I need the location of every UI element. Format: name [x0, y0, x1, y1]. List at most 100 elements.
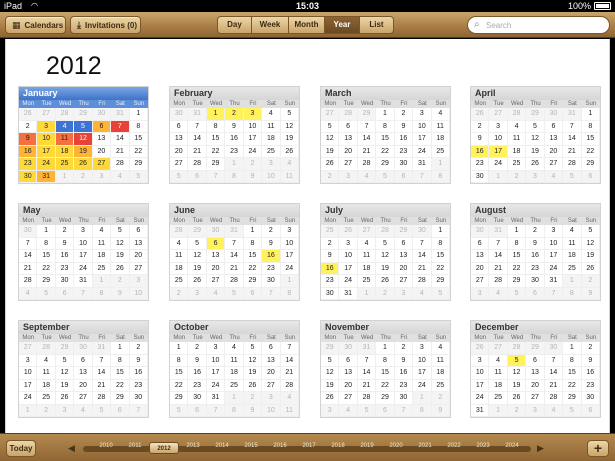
day-cell[interactable]: 15 [376, 133, 395, 146]
day-cell[interactable]: 22 [376, 145, 395, 158]
day-cell[interactable]: 4 [170, 237, 189, 250]
day-cell[interactable]: 30 [394, 392, 414, 405]
day-cell[interactable]: 21 [19, 262, 38, 275]
day-cell[interactable]: 6 [339, 120, 358, 133]
day-cell[interactable]: 6 [471, 237, 490, 250]
day-cell[interactable]: 10 [413, 120, 432, 133]
day-cell[interactable]: 4 [357, 237, 377, 250]
day-cell[interactable]: 10 [413, 354, 432, 367]
day-cell[interactable]: 31 [544, 275, 564, 288]
day-cell[interactable]: 5 [243, 342, 263, 355]
day-cell[interactable]: 10 [37, 133, 56, 146]
day-cell[interactable]: 26 [321, 392, 340, 405]
day-cell[interactable]: 19 [74, 145, 93, 158]
day-cell[interactable]: 5 [376, 237, 395, 250]
day-cell[interactable]: 18 [170, 262, 189, 275]
day-cell[interactable]: 16 [394, 133, 414, 146]
day-cell[interactable]: 30 [526, 275, 545, 288]
day-cell[interactable]: 24 [471, 392, 490, 405]
day-cell[interactable]: 25 [507, 158, 527, 171]
calendars-button[interactable]: ▦ Calendars [5, 16, 66, 34]
day-cell[interactable]: 25 [37, 392, 56, 405]
day-cell[interactable]: 17 [206, 367, 226, 380]
day-cell[interactable]: 12 [280, 120, 299, 133]
timeline-year[interactable]: 2016 [265, 443, 295, 449]
day-cell[interactable]: 2 [129, 342, 148, 355]
day-cell[interactable]: 12 [321, 367, 340, 380]
day-cell[interactable]: 9 [129, 354, 148, 367]
day-cell[interactable]: 24 [243, 145, 263, 158]
day-cell[interactable]: 11 [37, 367, 56, 380]
day-cell[interactable]: 11 [225, 354, 244, 367]
day-cell[interactable]: 12 [526, 133, 545, 146]
day-cell[interactable]: 23 [225, 145, 244, 158]
day-cell[interactable]: 5 [321, 354, 340, 367]
day-cell[interactable]: 6 [74, 354, 93, 367]
day-cell[interactable]: 6 [339, 354, 358, 367]
day-cell[interactable]: 15 [581, 133, 600, 146]
day-cell[interactable]: 9 [394, 354, 414, 367]
day-cell[interactable]: 21 [280, 367, 299, 380]
day-cell[interactable]: 17 [544, 250, 564, 263]
day-cell[interactable]: 16 [129, 367, 148, 380]
timeline-year[interactable]: 2013 [178, 443, 208, 449]
day-cell[interactable]: 22 [581, 145, 600, 158]
day-cell[interactable]: 19 [55, 379, 75, 392]
day-cell[interactable]: 11 [357, 250, 377, 263]
day-cell[interactable]: 20 [170, 145, 189, 158]
day-cell[interactable]: 18 [489, 379, 508, 392]
day-cell[interactable]: 18 [507, 145, 527, 158]
day-cell[interactable]: 9 [394, 120, 414, 133]
day-cell[interactable]: 15 [563, 367, 582, 380]
day-cell[interactable]: 30 [19, 170, 38, 183]
day-cell[interactable]: 26 [111, 262, 130, 275]
day-cell[interactable]: 12 [74, 133, 93, 146]
day-cell[interactable]: 14 [19, 250, 38, 263]
day-cell[interactable]: 21 [92, 379, 112, 392]
day-cell[interactable]: 5 [188, 237, 207, 250]
day-cell[interactable]: 28 [111, 158, 130, 171]
day-cell[interactable]: 2 [19, 120, 38, 133]
day-cell[interactable]: 6 [170, 120, 189, 133]
day-cell[interactable]: 29 [376, 392, 395, 405]
day-cell[interactable]: 22 [206, 145, 226, 158]
month-september[interactable]: September Mon Tue Wed Thu Fri Sat Sun 27 28 29 30 31… [18, 320, 149, 418]
day-cell[interactable]: 23 [19, 158, 38, 171]
day-cell[interactable]: 7 [188, 120, 207, 133]
day-cell[interactable]: 26 [321, 158, 340, 171]
day-cell[interactable]: 11 [92, 237, 112, 250]
day-cell[interactable]: 28 [544, 392, 564, 405]
day-cell[interactable]: 25 [225, 379, 244, 392]
day-cell[interactable]: 10 [206, 354, 226, 367]
day-cell[interactable]: 22 [111, 379, 130, 392]
day-cell[interactable]: 2 [55, 225, 75, 238]
day-cell[interactable]: 27 [526, 392, 545, 405]
day-cell[interactable]: 21 [544, 379, 564, 392]
timeline-year[interactable]: 2018 [323, 443, 353, 449]
day-cell[interactable]: 7 [19, 237, 38, 250]
day-cell[interactable]: 31 [74, 275, 93, 288]
day-cell[interactable]: 10 [243, 120, 263, 133]
day-cell[interactable]: 25 [357, 275, 377, 288]
day-cell[interactable]: 4 [55, 120, 75, 133]
day-cell[interactable]: 28 [413, 275, 432, 288]
day-cell[interactable]: 7 [357, 354, 377, 367]
tab-week[interactable]: Week [252, 17, 289, 33]
day-cell[interactable]: 18 [262, 133, 281, 146]
day-cell[interactable]: 9 [262, 237, 281, 250]
day-cell[interactable]: 9 [321, 250, 340, 263]
day-cell[interactable]: 13 [262, 354, 281, 367]
day-cell[interactable]: 7 [563, 120, 582, 133]
day-cell[interactable]: 21 [413, 262, 432, 275]
day-cell[interactable]: 8 [37, 237, 56, 250]
day-cell[interactable]: 21 [489, 262, 508, 275]
day-cell[interactable]: 19 [321, 379, 340, 392]
day-cell[interactable]: 8 [243, 237, 263, 250]
day-cell[interactable]: 30 [129, 392, 148, 405]
day-cell[interactable]: 21 [563, 145, 582, 158]
today-button[interactable]: Today [6, 440, 36, 457]
day-cell[interactable]: 30 [471, 170, 490, 183]
day-cell[interactable]: 7 [92, 354, 112, 367]
day-cell[interactable]: 9 [225, 120, 244, 133]
day-cell[interactable]: 31 [471, 404, 490, 417]
